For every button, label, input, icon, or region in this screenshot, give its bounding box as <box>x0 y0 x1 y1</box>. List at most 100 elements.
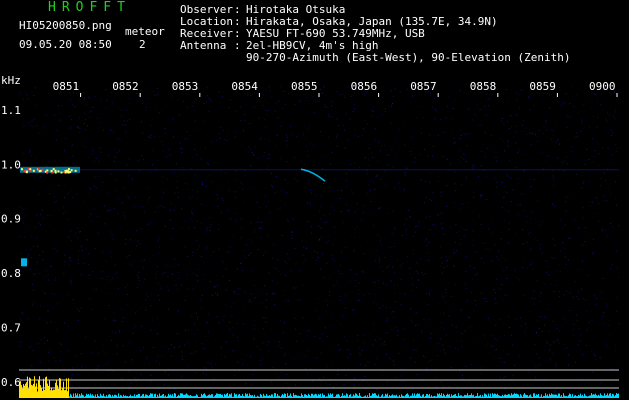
noise-pixel <box>108 305 110 306</box>
noise-pixel <box>395 156 396 158</box>
noise-pixel <box>489 97 491 99</box>
noise-pixel <box>204 205 206 207</box>
noise-pixel <box>237 287 239 289</box>
level-bar <box>578 394 579 398</box>
noise-pixel <box>434 224 436 226</box>
noise-pixel <box>53 248 55 249</box>
noise-pixel <box>122 212 124 213</box>
noise-pixel <box>577 135 579 137</box>
noise-pixel <box>559 86 561 88</box>
noise-pixel <box>36 237 38 239</box>
noise-pixel <box>546 341 548 343</box>
level-bar <box>373 393 374 398</box>
level-bar <box>237 396 238 398</box>
noise-pixel <box>321 236 323 238</box>
noise-pixel <box>76 366 78 368</box>
noise-pixel <box>201 182 203 184</box>
noise-pixel <box>177 264 179 266</box>
noise-pixel <box>328 240 330 242</box>
noise-pixel <box>268 272 270 274</box>
noise-pixel <box>235 110 237 112</box>
noise-pixel <box>579 334 581 336</box>
noise-pixel <box>552 290 554 292</box>
noise-pixel <box>551 138 553 140</box>
noise-pixel <box>345 374 347 376</box>
noise-pixel <box>439 246 441 248</box>
noise-pixel <box>386 317 388 319</box>
noise-pixel <box>548 266 550 268</box>
noise-pixel <box>250 252 252 254</box>
level-bar <box>320 393 321 398</box>
noise-pixel <box>544 316 546 318</box>
y-tick-label: 0.6 <box>1 376 21 389</box>
noise-pixel <box>27 372 29 374</box>
noise-pixel <box>192 189 194 191</box>
noise-pixel <box>234 219 236 221</box>
noise-pixel <box>415 271 417 273</box>
noise-pixel <box>531 298 533 300</box>
noise-pixel <box>369 390 370 392</box>
noise-pixel <box>595 94 597 96</box>
noise-pixel <box>294 157 296 158</box>
noise-pixel <box>338 270 340 272</box>
level-bar <box>217 393 218 398</box>
noise-pixel <box>530 186 532 188</box>
noise-pixel <box>474 274 476 276</box>
noise-pixel <box>70 119 72 121</box>
noise-pixel <box>364 157 366 159</box>
level-bar <box>283 395 284 398</box>
noise-pixel <box>571 146 573 148</box>
noise-pixel <box>518 94 520 96</box>
level-bar <box>156 397 157 398</box>
level-bar <box>235 394 236 398</box>
level-bar <box>199 396 200 398</box>
noise-pixel <box>294 104 296 105</box>
noise-pixel <box>280 125 282 127</box>
noise-pixel <box>539 295 541 297</box>
noise-pixel <box>378 257 380 259</box>
noise-pixel <box>566 197 568 199</box>
meteor-echo-pixel <box>66 170 69 173</box>
level-bar <box>135 396 136 398</box>
noise-pixel <box>143 211 145 213</box>
level-bar <box>294 395 295 398</box>
level-bar <box>143 393 144 398</box>
level-bar <box>375 393 376 398</box>
noise-pixel <box>537 172 539 174</box>
level-bar <box>448 394 449 398</box>
noise-pixel <box>443 267 445 269</box>
noise-pixel <box>287 145 289 147</box>
noise-pixel <box>384 343 386 345</box>
noise-pixel <box>454 252 456 254</box>
noise-pixel <box>473 166 475 168</box>
level-bar <box>421 396 422 398</box>
meteor-echo-pixel <box>50 169 53 172</box>
noise-pixel <box>226 267 228 269</box>
noise-pixel <box>308 181 310 183</box>
level-bar <box>242 393 243 398</box>
level-bar <box>240 395 241 398</box>
noise-pixel <box>53 115 55 117</box>
noise-pixel <box>166 156 168 158</box>
level-bar <box>159 393 160 398</box>
noise-pixel <box>517 204 519 206</box>
noise-pixel <box>469 265 471 267</box>
noise-pixel <box>546 359 548 361</box>
noise-pixel <box>340 264 342 266</box>
noise-pixel <box>577 391 578 393</box>
noise-pixel <box>375 280 377 282</box>
noise-pixel <box>566 263 567 265</box>
noise-pixel <box>391 255 393 257</box>
noise-pixel <box>496 255 498 257</box>
noise-pixel <box>377 234 379 236</box>
level-bar <box>263 393 264 398</box>
noise-pixel <box>70 259 72 261</box>
noise-pixel <box>607 112 608 114</box>
noise-pixel <box>438 303 440 304</box>
noise-pixel <box>449 257 451 259</box>
noise-pixel <box>441 293 443 295</box>
noise-pixel <box>547 155 549 157</box>
noise-pixel <box>522 266 523 268</box>
level-bar <box>92 394 93 398</box>
noise-pixel <box>615 109 617 110</box>
